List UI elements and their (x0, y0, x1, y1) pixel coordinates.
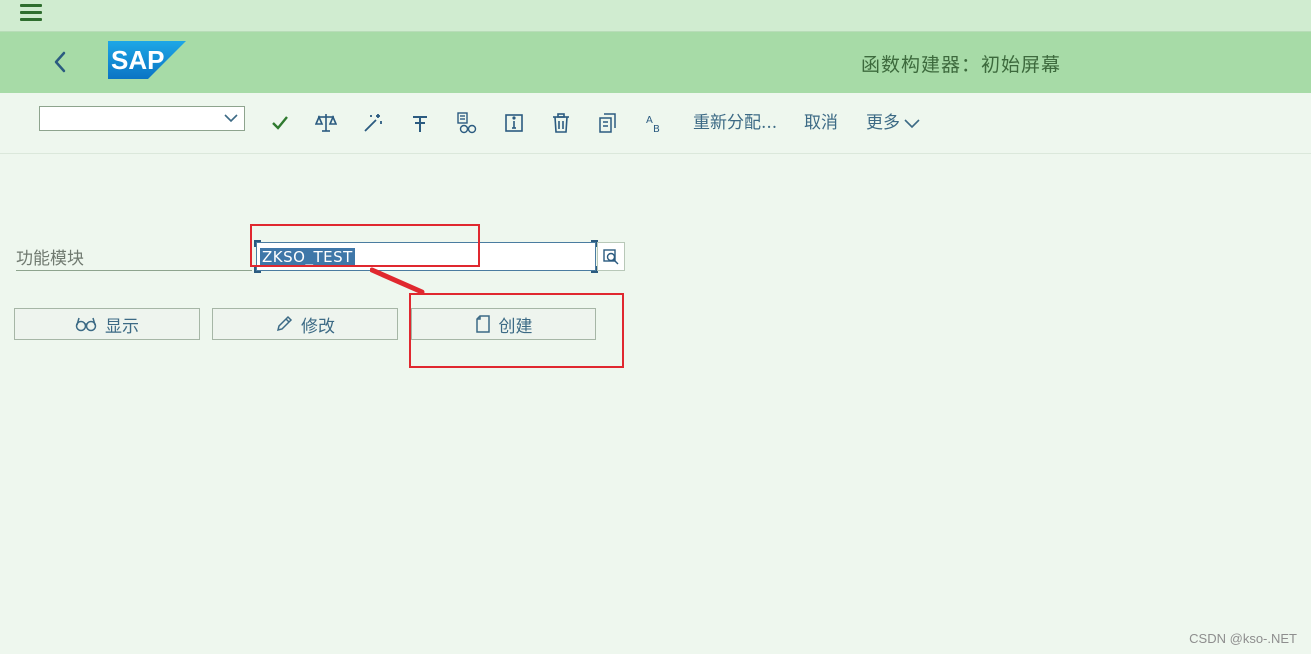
new-document-icon (475, 315, 490, 333)
copy-icon[interactable] (596, 111, 620, 135)
value-help-button[interactable] (597, 242, 625, 271)
more-button-label: 更多 (866, 113, 900, 133)
command-dropdown[interactable] (39, 106, 245, 131)
cancel-button[interactable]: 取消 (804, 111, 838, 135)
sap-logo-text: SAP (111, 45, 164, 75)
scales-icon[interactable] (314, 111, 338, 135)
create-button[interactable]: 创建 (411, 308, 596, 340)
hamburger-menu-icon[interactable] (20, 4, 42, 22)
svg-text:B: B (653, 124, 660, 134)
search-help-icon (603, 248, 619, 264)
change-button-label: 修改 (301, 316, 335, 337)
chevron-left-icon[interactable] (48, 48, 76, 76)
page-title: 函数构建器：初始屏幕 (860, 54, 1061, 76)
svg-text:A: A (646, 115, 653, 126)
reassign-button[interactable]: 重新分配... (693, 111, 777, 135)
glasses-icon (75, 317, 97, 332)
menu-bar (0, 0, 1311, 32)
more-button[interactable]: 更多 (866, 111, 920, 135)
rename-icon[interactable]: A B (643, 111, 667, 135)
chevron-down-icon (224, 114, 238, 123)
chevron-down-icon (904, 119, 920, 129)
display-button-label: 显示 (105, 316, 139, 337)
function-module-label: 功能模块 (16, 244, 252, 271)
where-used-icon[interactable] (455, 111, 479, 135)
pencil-icon (276, 315, 293, 332)
change-button[interactable]: 修改 (212, 308, 398, 340)
title-bar: SAP 函数构建器：初始屏幕 (0, 32, 1311, 93)
delete-icon[interactable] (549, 111, 573, 135)
sap-logo: SAP (108, 41, 186, 79)
text-format-icon[interactable] (408, 111, 432, 135)
function-module-value: ZKSO_TEST (260, 248, 355, 266)
info-icon[interactable] (502, 111, 526, 135)
toolbar: A B 重新分配... 取消 更多 (0, 93, 1311, 154)
function-module-input[interactable]: ZKSO_TEST (254, 240, 598, 273)
watermark: CSDN @kso-.NET (1189, 631, 1297, 646)
display-button[interactable]: 显示 (14, 308, 200, 340)
create-button-label: 创建 (498, 316, 533, 337)
magic-wand-icon[interactable] (361, 111, 385, 135)
check-icon[interactable] (268, 111, 292, 135)
